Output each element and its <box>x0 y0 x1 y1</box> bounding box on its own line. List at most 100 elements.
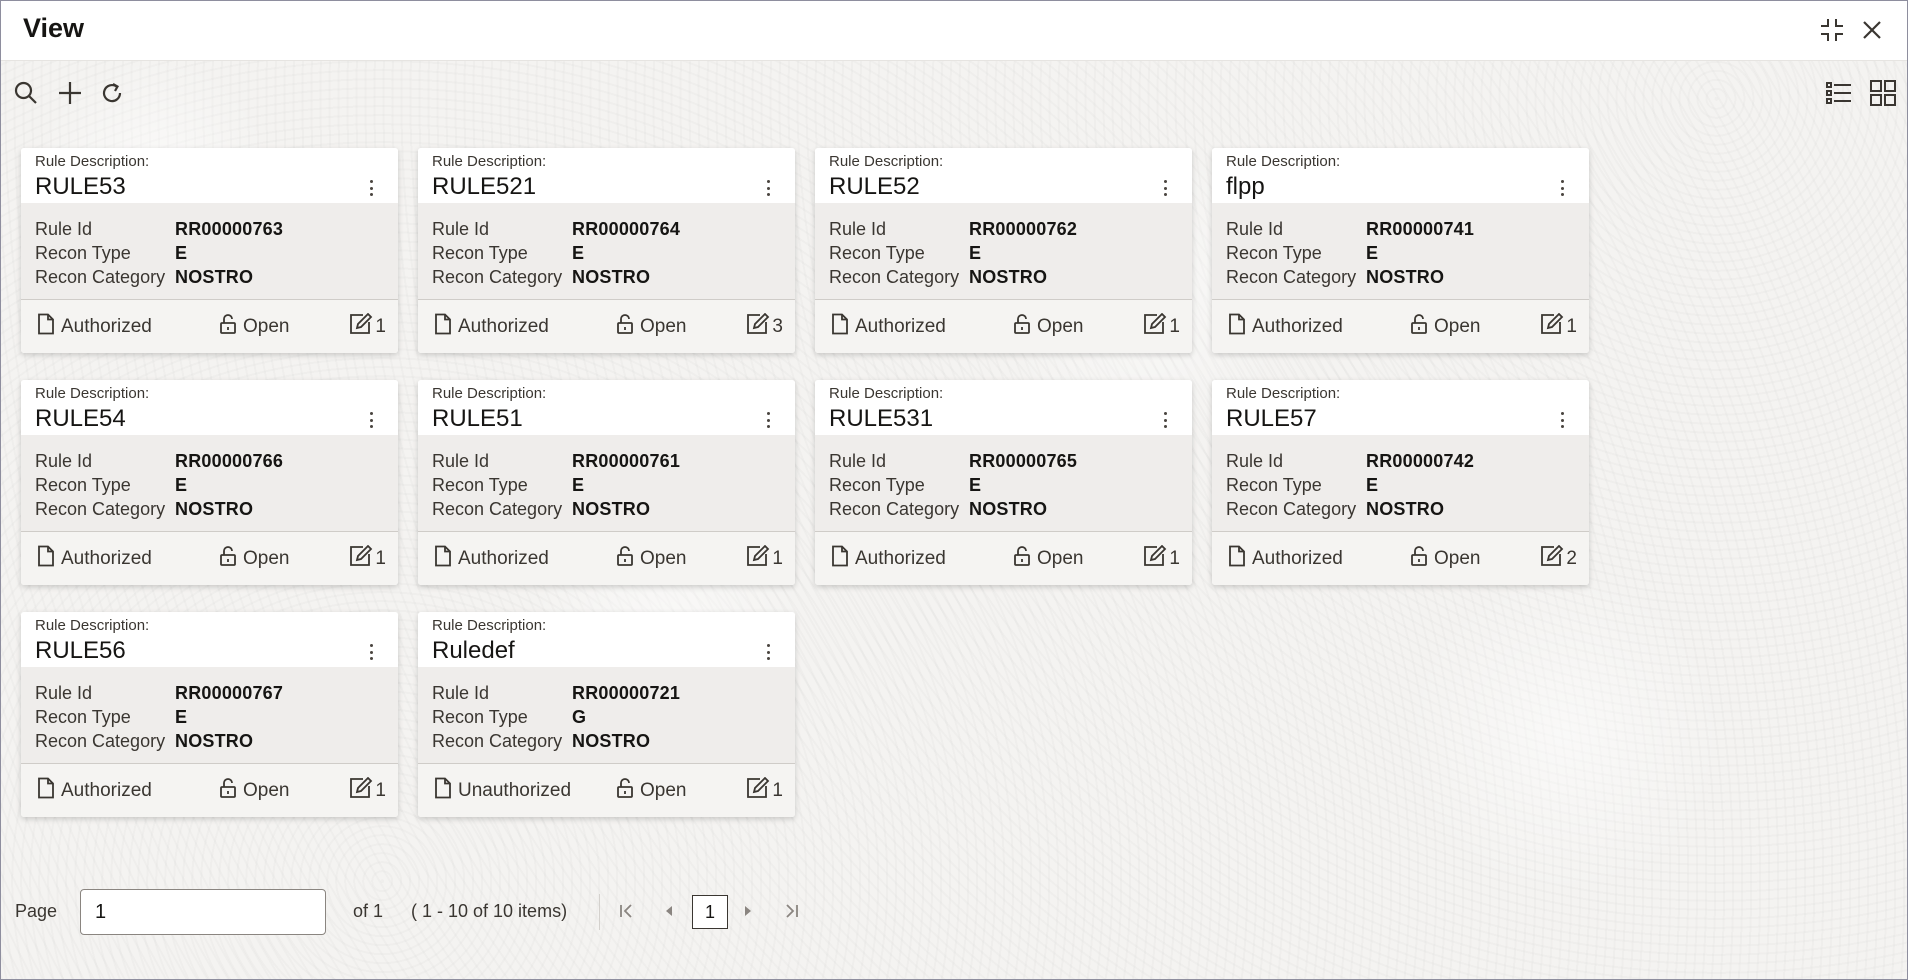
recon-category-value: NOSTRO <box>572 730 651 751</box>
lock-status-text: Open <box>1434 547 1481 569</box>
recon-type-label: Recon Type <box>432 242 528 263</box>
minimize-window-icon[interactable] <box>1815 13 1849 47</box>
lock-status[interactable]: Open <box>616 313 686 341</box>
authorization-status[interactable]: Authorized <box>831 545 946 573</box>
modification-count-text: 1 <box>772 547 783 569</box>
rule-card[interactable]: Rule Description: RULE521 Rule Id RR0000… <box>418 148 795 353</box>
rule-id-row: Rule Id RR00000765 <box>829 449 1178 473</box>
lock-status[interactable]: Open <box>1410 313 1480 341</box>
previous-page-icon[interactable] <box>657 898 681 924</box>
authorization-status[interactable]: Authorized <box>1228 545 1343 573</box>
document-status-icon <box>831 313 849 341</box>
rule-description-value: RULE52 <box>829 173 920 200</box>
modification-count[interactable]: 1 <box>746 776 783 805</box>
authorization-status[interactable]: Authorized <box>37 313 152 341</box>
recon-category-label: Recon Category <box>35 498 166 519</box>
rule-description-value: Ruledef <box>432 637 515 664</box>
more-actions-icon[interactable] <box>366 642 376 662</box>
grid-view-icon[interactable] <box>1867 77 1899 109</box>
unlock-icon <box>1013 313 1031 341</box>
lock-status[interactable]: Open <box>1013 545 1083 573</box>
rule-id-label: Rule Id <box>432 450 490 471</box>
document-status-icon <box>1228 545 1246 573</box>
close-icon[interactable] <box>1855 13 1889 47</box>
rule-id-value: RR00000761 <box>572 450 681 471</box>
rule-description-value: RULE56 <box>35 637 126 664</box>
authorization-status-text: Authorized <box>1252 315 1343 337</box>
lock-status[interactable]: Open <box>219 545 289 573</box>
authorization-status[interactable]: Authorized <box>1228 313 1343 341</box>
modification-count-text: 2 <box>1566 547 1577 569</box>
rule-card[interactable]: Rule Description: RULE57 Rule Id RR00000… <box>1212 380 1589 585</box>
modification-count[interactable]: 1 <box>349 544 386 573</box>
add-icon[interactable] <box>54 77 86 109</box>
lock-status[interactable]: Open <box>219 777 289 805</box>
page-number-input[interactable] <box>80 889 326 935</box>
rule-card[interactable]: Rule Description: RULE531 Rule Id RR0000… <box>815 380 1192 585</box>
unlock-icon <box>219 777 237 805</box>
more-actions-icon[interactable] <box>763 410 773 430</box>
card-details: Rule Id RR00000763 Recon Type E Recon Ca… <box>21 203 398 300</box>
recon-type-label: Recon Type <box>35 706 131 727</box>
recon-category-row: Recon Category NOSTRO <box>829 265 1178 289</box>
rule-description-value: RULE51 <box>432 405 523 432</box>
more-actions-icon[interactable] <box>1160 410 1170 430</box>
modification-count[interactable]: 1 <box>1143 544 1180 573</box>
rule-card[interactable]: Rule Description: RULE54 Rule Id RR00000… <box>21 380 398 585</box>
first-page-icon[interactable] <box>615 898 639 924</box>
rule-card[interactable]: Rule Description: flpp Rule Id RR0000074… <box>1212 148 1589 353</box>
more-actions-icon[interactable] <box>1160 178 1170 198</box>
card-details: Rule Id RR00000765 Recon Type E Recon Ca… <box>815 435 1192 532</box>
page-total-label: of 1 <box>353 901 384 921</box>
modification-count[interactable]: 1 <box>746 544 783 573</box>
lock-status-text: Open <box>640 547 687 569</box>
lock-status[interactable]: Open <box>219 313 289 341</box>
more-actions-icon[interactable] <box>1557 178 1567 198</box>
rule-card[interactable]: Rule Description: RULE52 Rule Id RR00000… <box>815 148 1192 353</box>
rule-card[interactable]: Rule Description: Ruledef Rule Id RR0000… <box>418 612 795 817</box>
rule-card[interactable]: Rule Description: RULE53 Rule Id RR00000… <box>21 148 398 353</box>
authorization-status[interactable]: Authorized <box>37 777 152 805</box>
rule-card[interactable]: Rule Description: RULE51 Rule Id RR00000… <box>418 380 795 585</box>
card-header: Rule Description: RULE54 <box>21 380 398 435</box>
modification-count[interactable]: 1 <box>349 312 386 341</box>
modification-count[interactable]: 1 <box>349 776 386 805</box>
last-page-icon[interactable] <box>779 898 803 924</box>
document-status-icon <box>831 545 849 573</box>
lock-status[interactable]: Open <box>616 545 686 573</box>
rule-card[interactable]: Rule Description: RULE56 Rule Id RR00000… <box>21 612 398 817</box>
authorization-status[interactable]: Authorized <box>434 313 549 341</box>
edit-icon <box>1143 544 1167 573</box>
more-actions-icon[interactable] <box>366 410 376 430</box>
current-page-button[interactable]: 1 <box>692 895 728 929</box>
card-details: Rule Id RR00000764 Recon Type E Recon Ca… <box>418 203 795 300</box>
authorization-status[interactable]: Authorized <box>37 545 152 573</box>
unlock-icon <box>1410 545 1428 573</box>
refresh-icon[interactable] <box>96 77 128 109</box>
authorization-status[interactable]: Authorized <box>831 313 946 341</box>
authorization-status-text: Authorized <box>61 547 152 569</box>
recon-type-label: Recon Type <box>432 706 528 727</box>
more-actions-icon[interactable] <box>763 178 773 198</box>
rule-description-label: Rule Description: <box>829 153 944 170</box>
recon-type-label: Recon Type <box>1226 242 1322 263</box>
authorization-status[interactable]: Authorized <box>434 545 549 573</box>
list-view-icon[interactable] <box>1823 77 1855 109</box>
lock-status[interactable]: Open <box>1410 545 1480 573</box>
modification-count[interactable]: 1 <box>1143 312 1180 341</box>
more-actions-icon[interactable] <box>1557 410 1567 430</box>
recon-category-value: NOSTRO <box>969 266 1048 287</box>
modification-count[interactable]: 1 <box>1540 312 1577 341</box>
modification-count[interactable]: 2 <box>1540 544 1577 573</box>
lock-status[interactable]: Open <box>616 777 686 805</box>
search-icon[interactable] <box>10 77 42 109</box>
more-actions-icon[interactable] <box>366 178 376 198</box>
rule-id-row: Rule Id RR00000763 <box>35 217 384 241</box>
modification-count[interactable]: 3 <box>746 312 783 341</box>
lock-status[interactable]: Open <box>1013 313 1083 341</box>
authorization-status[interactable]: Unauthorized <box>434 777 571 805</box>
next-page-icon[interactable] <box>736 898 760 924</box>
recon-category-row: Recon Category NOSTRO <box>1226 265 1575 289</box>
more-actions-icon[interactable] <box>763 642 773 662</box>
unlock-icon <box>219 545 237 573</box>
